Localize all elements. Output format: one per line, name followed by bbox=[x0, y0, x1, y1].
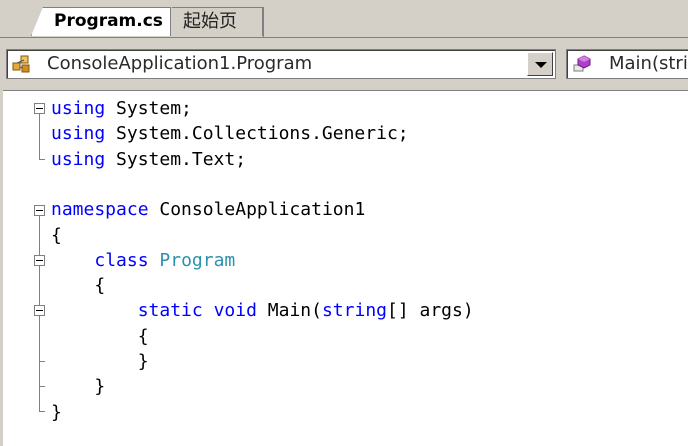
outline-end-tick bbox=[39, 159, 45, 160]
tab-program-cs[interactable]: Program.cs bbox=[31, 7, 171, 36]
code-line[interactable]: using System.Text; bbox=[51, 147, 246, 172]
type-selector-value: ConsoleApplication1.Program bbox=[47, 53, 313, 74]
code-token: System.Collections.Generic; bbox=[105, 123, 409, 145]
code-line[interactable]: } bbox=[51, 374, 105, 399]
code-token: } bbox=[51, 351, 149, 372]
keyword-token: static bbox=[137, 300, 203, 322]
code-token: } bbox=[51, 376, 106, 398]
code-token: Main( bbox=[256, 300, 322, 322]
collapse-class-icon[interactable] bbox=[34, 255, 45, 266]
navigation-bar: ConsoleApplication1.Program Main(stri bbox=[0, 38, 688, 90]
code-line[interactable]: { bbox=[51, 223, 62, 248]
code-line[interactable]: } bbox=[51, 349, 149, 374]
outline-end-tick bbox=[39, 386, 45, 387]
keyword-token: using bbox=[51, 98, 106, 119]
code-token: [] args) bbox=[387, 300, 474, 322]
code-line[interactable]: static void Main(string[] args) bbox=[51, 298, 474, 323]
code-token: { bbox=[51, 275, 106, 297]
code-token: System.Text; bbox=[105, 148, 247, 170]
code-token: System; bbox=[105, 98, 192, 119]
member-selector-dropdown[interactable]: Main(stri bbox=[566, 49, 688, 79]
document-tab-strip: 起始页 Program.cs bbox=[0, 0, 688, 38]
type-token: Program bbox=[159, 249, 236, 271]
tab-start-page[interactable]: 起始页 bbox=[160, 7, 263, 36]
keyword-token: using bbox=[51, 123, 106, 145]
keyword-token: void bbox=[213, 300, 257, 322]
code-line[interactable]: using System.Collections.Generic; bbox=[51, 121, 409, 146]
member-selector-value: Main(stri bbox=[609, 53, 688, 74]
keyword-token: class bbox=[94, 249, 149, 271]
method-icon bbox=[573, 55, 591, 72]
keyword-token: using bbox=[51, 148, 106, 170]
type-selector-dropdown-button[interactable] bbox=[527, 52, 553, 76]
collapse-namespace-icon[interactable] bbox=[34, 205, 45, 216]
class-icon bbox=[12, 55, 30, 73]
code-token: ConsoleApplication1 bbox=[148, 199, 366, 221]
tab-divider bbox=[263, 7, 264, 37]
tab-label: 起始页 bbox=[183, 11, 237, 32]
code-line[interactable]: namespace ConsoleApplication1 bbox=[51, 197, 365, 222]
collapse-using-icon[interactable] bbox=[34, 103, 45, 114]
code-line[interactable]: } bbox=[51, 400, 62, 425]
code-token: { bbox=[51, 224, 62, 246]
outline-line bbox=[39, 114, 40, 159]
keyword-token: namespace bbox=[51, 199, 149, 221]
code-token: { bbox=[51, 325, 149, 347]
code-line[interactable]: using System; bbox=[51, 96, 192, 121]
code-editor[interactable]: using System; using System.Collections.Ge… bbox=[3, 90, 688, 446]
outline-end-tick bbox=[39, 361, 45, 362]
code-token: } bbox=[51, 401, 62, 423]
code-line[interactable]: { bbox=[51, 324, 149, 349]
keyword-token: string bbox=[321, 300, 387, 322]
code-line[interactable]: { bbox=[51, 273, 105, 298]
tab-label: Program.cs bbox=[54, 11, 163, 31]
collapse-method-icon[interactable] bbox=[34, 305, 45, 316]
indicator-margin bbox=[3, 91, 31, 446]
code-line[interactable]: class Program bbox=[51, 248, 235, 273]
type-selector-dropdown[interactable]: ConsoleApplication1.Program bbox=[6, 49, 556, 79]
outline-end-tick bbox=[39, 411, 45, 412]
